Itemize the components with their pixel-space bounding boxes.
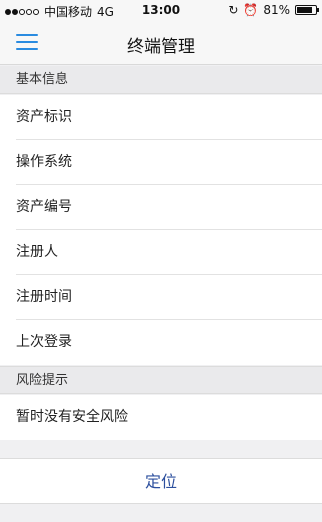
list-item-risk-status: 暂时没有安全风险	[0, 395, 322, 440]
battery-fill	[297, 7, 312, 13]
risk-status-text: 暂时没有安全风险	[16, 409, 128, 425]
locate-button[interactable]: 定位	[0, 458, 322, 504]
alarm-clock-icon: ⏰	[243, 3, 259, 17]
orientation-lock-icon: ↻	[228, 3, 239, 17]
section-header-basic-info: 基本信息	[0, 66, 322, 94]
section-header-risk: 风险提示	[0, 366, 322, 394]
list-item-label: 资产编号	[16, 199, 72, 215]
list-item-asset-id[interactable]: 资产标识	[0, 95, 322, 140]
page-title: 终端管理	[127, 37, 195, 57]
list-item-label: 资产标识	[16, 109, 72, 125]
list-item-label: 上次登录	[16, 334, 72, 350]
battery-percent: 81%	[263, 3, 290, 17]
list-item-registrant[interactable]: 注册人	[0, 230, 322, 275]
status-bar-right: ↻ ⏰ 81%	[228, 3, 319, 17]
list-item-label: 操作系统	[16, 154, 72, 170]
list-item-os[interactable]: 操作系统	[0, 140, 322, 185]
list-item-label: 注册人	[16, 244, 58, 260]
list-item-label: 注册时间	[16, 289, 72, 305]
list-item-last-login[interactable]: 上次登录	[0, 320, 322, 365]
battery-icon	[295, 5, 319, 15]
list-item-register-time[interactable]: 注册时间	[0, 275, 322, 320]
status-bar: 中国移动 4G 13:00 ↻ ⏰ 81%	[0, 0, 322, 21]
navigation-bar: 终端管理	[0, 21, 322, 65]
list-item-asset-number[interactable]: 资产编号	[0, 185, 322, 230]
